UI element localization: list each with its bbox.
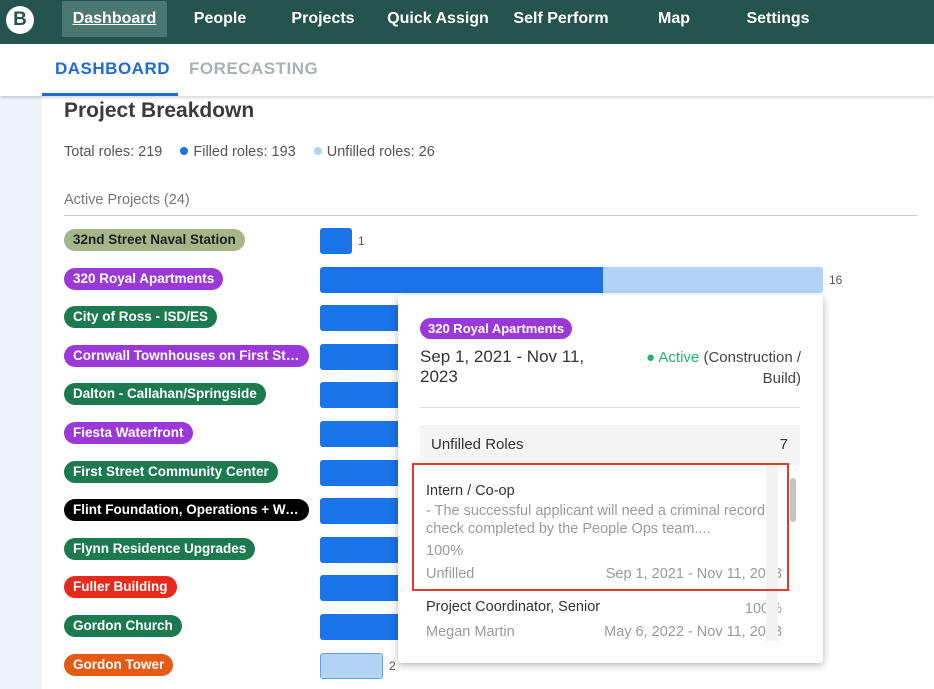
project-pill[interactable]: Fiesta Waterfront — [64, 422, 193, 444]
bar-unfilled-segment — [321, 654, 382, 678]
roles-scrollbar-thumb[interactable] — [790, 478, 796, 522]
active-projects-label: Active Projects (24) — [64, 192, 190, 208]
unfilled-roles-header[interactable]: Unfilled Roles 7 — [420, 425, 800, 465]
project-pill[interactable]: Dalton - Callahan/Springside — [64, 383, 266, 405]
project-bar[interactable] — [320, 344, 410, 370]
project-pill[interactable]: Flint Foundation, Operations + Wa... — [64, 499, 309, 521]
project-pill[interactable]: Gordon Tower — [64, 654, 174, 676]
filled-dot-icon — [180, 147, 189, 155]
popup-divider — [420, 407, 800, 408]
unfilled-roles-label: Unfilled Roles — [431, 436, 524, 453]
bar-filled-segment — [320, 228, 352, 254]
project-bar[interactable] — [320, 498, 410, 524]
popup-status: ● Active (Construction / Build) — [621, 347, 801, 389]
bar-filled-segment — [320, 460, 410, 486]
nav-settings[interactable]: Settings — [740, 0, 816, 38]
bar-filled-segment — [320, 498, 410, 524]
unfilled-dot-icon — [313, 147, 322, 155]
total-roles: Total roles: 219 — [64, 144, 163, 160]
unfilled-roles-count: 7 — [779, 436, 788, 453]
bar-count: 2 — [389, 659, 396, 673]
roles-scrollbar-track[interactable] — [766, 465, 778, 641]
bar-filled-segment — [320, 421, 410, 447]
project-bar[interactable] — [320, 614, 410, 640]
tab-forecasting[interactable]: FORECASTING — [189, 59, 318, 79]
top-nav: B Dashboard People Projects Quick Assign… — [0, 0, 934, 44]
project-bar[interactable] — [320, 653, 383, 679]
role-title: Intern / Co-op — [426, 483, 515, 499]
bar-count: 1 — [358, 234, 365, 248]
role-dates: May 6, 2022 - Nov 11, 2023 — [604, 624, 782, 640]
project-pill[interactable]: Flynn Residence Upgrades — [64, 538, 256, 560]
section-divider — [64, 215, 918, 216]
project-bar[interactable] — [320, 575, 410, 601]
filled-roles: Filled roles: 193 — [193, 144, 296, 160]
role-card-intern[interactable]: Intern / Co-op - The successful applican… — [420, 465, 790, 590]
project-pill[interactable]: Gordon Church — [64, 615, 182, 637]
bar-filled-segment — [320, 344, 410, 370]
popup-project-pill[interactable]: 320 Royal Apartments — [420, 318, 573, 339]
project-bar[interactable] — [320, 228, 352, 254]
role-dates: Sep 1, 2021 - Nov 11, 2023 — [605, 566, 782, 582]
bar-filled-segment — [320, 537, 410, 563]
bar-unfilled-segment — [603, 267, 823, 293]
left-gutter — [0, 96, 42, 689]
role-card-coordinator[interactable]: Project Coordinator, Senior 100% Megan M… — [420, 590, 790, 641]
bar-filled-segment — [320, 382, 410, 408]
role-status: Unfilled — [426, 566, 475, 582]
project-pill[interactable]: First Street Community Center — [64, 461, 278, 483]
nav-self-perform[interactable]: Self Perform — [508, 0, 614, 38]
project-popup: 320 Royal Apartments Sep 1, 2021 - Nov 1… — [398, 295, 823, 663]
role-description: - The successful applicant will need a c… — [426, 503, 766, 537]
project-bar[interactable] — [320, 421, 410, 447]
status-phase: (Construction / Build) — [703, 349, 801, 387]
section-title: Project Breakdown — [64, 99, 255, 122]
app-logo[interactable]: B — [6, 6, 34, 34]
sub-tabs: DASHBOARD FORECASTING — [0, 44, 934, 96]
project-bar[interactable] — [320, 267, 823, 293]
popup-dates: Sep 1, 2021 - Nov 11, 2023 — [420, 347, 585, 386]
project-pill[interactable]: City of Ross - ISD/ES — [64, 306, 218, 328]
project-bar[interactable] — [320, 460, 410, 486]
project-pill[interactable]: 320 Royal Apartments — [64, 268, 224, 290]
bar-filled-segment — [320, 305, 410, 331]
nav-people[interactable]: People — [185, 0, 255, 38]
active-tab-indicator — [42, 93, 178, 96]
role-title: Project Coordinator, Senior — [426, 599, 601, 615]
project-bar[interactable] — [320, 382, 410, 408]
roles-list: Intern / Co-op - The successful applican… — [420, 465, 800, 641]
nav-projects[interactable]: Projects — [283, 0, 363, 38]
project-bar[interactable] — [320, 305, 410, 331]
role-percent: 100% — [426, 543, 464, 559]
project-pill[interactable]: 32nd Street Naval Station — [64, 229, 245, 251]
bar-count: 16 — [829, 273, 843, 287]
project-bar[interactable] — [320, 537, 410, 563]
role-stats: Total roles: 219 Filled roles: 193 Unfil… — [64, 144, 435, 160]
nav-dashboard[interactable]: Dashboard — [62, 1, 167, 37]
role-assignee: Megan Martin — [426, 624, 515, 640]
tab-dashboard[interactable]: DASHBOARD — [55, 59, 170, 79]
bar-filled-segment — [320, 614, 410, 640]
nav-quick-assign[interactable]: Quick Assign — [383, 0, 493, 38]
status-active: ● Active — [646, 349, 700, 366]
project-pill[interactable]: Cornwall Townhouses on First Str... — [64, 345, 309, 367]
nav-map[interactable]: Map — [649, 0, 699, 38]
bar-filled-segment — [320, 267, 603, 293]
bar-filled-segment — [320, 575, 410, 601]
unfilled-roles: Unfilled roles: 26 — [326, 144, 435, 160]
project-pill[interactable]: Fuller Building — [64, 576, 177, 598]
